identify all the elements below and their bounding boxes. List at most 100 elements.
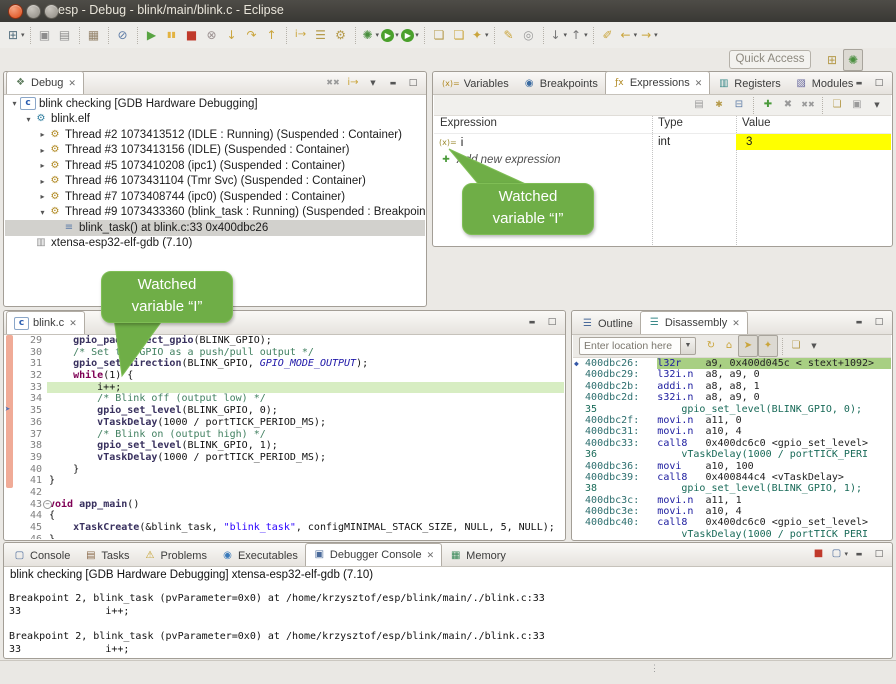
forward-history-button[interactable]: →▾ <box>639 25 658 45</box>
tab-variables[interactable]: (x)=Variables <box>435 73 516 94</box>
tree-expander-icon[interactable]: ▸ <box>37 146 48 155</box>
tab-console[interactable]: ▢Console <box>6 545 77 566</box>
disconnect-button[interactable]: ⊗ <box>203 25 221 45</box>
fold-marker-icon[interactable]: − <box>43 500 52 509</box>
save-button[interactable]: ▣ <box>36 25 54 45</box>
dropdown-arrow-icon[interactable]: ▾ <box>634 31 638 39</box>
remove-selected-expressions-button[interactable]: ✖ <box>779 95 797 115</box>
quick-access-input[interactable]: Quick Access <box>729 50 811 69</box>
remove-all-expressions-button[interactable]: ✖✖ <box>799 95 817 115</box>
dropdown-arrow-icon[interactable]: ▾ <box>21 31 25 39</box>
code-line[interactable]: 35 gpio_set_level(BLINK_GPIO, 0); <box>5 405 564 417</box>
pin-view-button[interactable]: ▣ <box>848 95 866 115</box>
close-tab-icon[interactable]: ✕ <box>732 318 740 329</box>
code-line[interactable]: 29 gpio_pad_select_gpio(BLINK_GPIO); <box>5 335 564 347</box>
toggle-mark-occurrences-button[interactable]: ✎ <box>500 25 518 45</box>
minimize-view-button[interactable]: ▬ <box>850 544 868 564</box>
dropdown-arrow-icon[interactable]: ▾ <box>654 31 658 39</box>
drag-grip-icon[interactable]: ⋮ <box>650 663 659 674</box>
run-button[interactable]: ▶▾ <box>381 25 399 45</box>
location-dropdown-icon[interactable]: ▼ <box>681 337 696 355</box>
code-line[interactable]: 42 <box>5 487 564 499</box>
terminate-button[interactable]: ■ <box>183 25 201 45</box>
tab-blink-c[interactable]: cblink.c✕ <box>6 311 85 334</box>
add-new-expression-button[interactable]: ✚ <box>759 95 777 115</box>
breakpoint-instruction-pointer-icon[interactable]: ➤ <box>5 405 10 415</box>
tree-expander-icon[interactable]: ▸ <box>37 177 48 186</box>
step-return-button[interactable]: ↑ <box>263 25 281 45</box>
code-line[interactable]: 45 xTaskCreate(&blink_task, "blink_task"… <box>5 522 564 534</box>
minimize-view-button[interactable]: ▬ <box>384 73 402 93</box>
track-program-counter-button[interactable]: ➤ <box>738 335 758 357</box>
instruction-stepping-mode-button[interactable]: i→ <box>344 73 362 93</box>
open-new-view-button[interactable]: ❏ <box>828 95 846 115</box>
maximize-view-button[interactable]: □ <box>404 73 422 93</box>
open-folder-a-button[interactable]: ❏ <box>430 25 448 45</box>
remove-all-terminated-button[interactable]: ✖✖ <box>324 73 342 93</box>
tab-outline[interactable]: ☰Outline <box>574 313 640 334</box>
pin-editor-button[interactable]: ◎ <box>520 25 538 45</box>
view-menu-button[interactable]: ▼ <box>868 95 886 115</box>
dropdown-arrow-icon[interactable]: ▾ <box>395 31 399 39</box>
disassembly-instruction-line[interactable]: 400dbc40: call8 0x400dc6c0 <gpio_set_lev… <box>573 517 891 528</box>
expression-row[interactable]: (x)=iint3 <box>434 134 891 151</box>
tab-tasks[interactable]: ▤Tasks <box>77 545 136 566</box>
display-selected-console-button[interactable]: ▢▾ <box>829 544 848 564</box>
disassembly-instruction-line[interactable]: 400dbc3c: movi.n a11, 1 <box>573 495 891 506</box>
previous-annotation-button[interactable]: ↑▾ <box>569 25 588 45</box>
editor-content[interactable]: ➤ 29 gpio_pad_select_gpio(BLINK_GPIO);30… <box>5 335 564 539</box>
debug-button[interactable]: ✺▾ <box>361 25 380 45</box>
debug-tree-row[interactable]: ≡blink_task() at blink.c:33 0x400dbc26 <box>5 220 425 236</box>
disassembly-instruction-line[interactable]: 400dbc2f: movi.n a11, 0 <box>573 415 891 426</box>
refresh-view-button[interactable]: ↻ <box>702 336 720 356</box>
tree-expander-icon[interactable]: ▾ <box>23 115 34 124</box>
code-line[interactable]: 41} <box>5 475 564 487</box>
close-tab-icon[interactable]: ✕ <box>68 78 76 89</box>
tab-disassembly[interactable]: ☰Disassembly✕ <box>640 311 748 334</box>
build-all-button[interactable]: ▦ <box>85 25 103 45</box>
code-line[interactable]: 39 vTaskDelay(1000 / portTICK_PERIOD_MS)… <box>5 452 564 464</box>
disassembly-instruction-line[interactable]: 400dbc29: l32i.n a8, a9, 0 <box>573 369 891 380</box>
tree-expander-icon[interactable]: ▾ <box>9 99 20 108</box>
use-step-filters-button[interactable]: ⚙ <box>332 25 350 45</box>
collapse-all-button[interactable]: ⊟ <box>730 95 748 115</box>
disassembly-instruction-line[interactable]: 400dbc36: movi a10, 100 <box>573 461 891 472</box>
disassembly-instruction-line[interactable]: 400dbc2d: s32i.n a8, a9, 0 <box>573 392 891 403</box>
minimize-view-button[interactable]: ▬ <box>850 312 868 332</box>
open-new-view-button[interactable]: ❏ <box>787 336 805 356</box>
location-input[interactable]: Enter location here <box>579 337 681 355</box>
tab-debug[interactable]: ❖Debug✕ <box>6 71 84 94</box>
column-header-type[interactable]: Type <box>658 117 683 129</box>
maximize-view-button[interactable]: □ <box>870 73 888 93</box>
debug-trace-button[interactable]: ☰ <box>312 25 330 45</box>
sync-with-source-button[interactable]: ✦ <box>758 335 778 357</box>
maximize-view-button[interactable]: □ <box>870 544 888 564</box>
dropdown-arrow-icon[interactable]: ▾ <box>584 31 588 39</box>
code-line-current[interactable]: 33 i++; <box>5 382 564 394</box>
dropdown-arrow-icon[interactable]: ▾ <box>564 31 568 39</box>
debug-tree-row[interactable]: ▾⚙Thread #9 1073433360 (blink_task : Run… <box>5 205 425 221</box>
minimize-view-button[interactable]: ▬ <box>850 73 868 93</box>
debug-tree-row[interactable]: ▸⚙Thread #3 1073413156 (IDLE) (Suspended… <box>5 143 425 159</box>
back-history-button[interactable]: ←▾ <box>619 25 638 45</box>
skip-all-breakpoints-button[interactable]: ⊘ <box>114 25 132 45</box>
debug-tree-row[interactable]: ▸⚙Thread #7 1073408744 (ipc0) (Suspended… <box>5 189 425 205</box>
maximize-view-button[interactable]: □ <box>543 312 561 332</box>
resume-button[interactable]: ▶ <box>143 25 161 45</box>
disassembly-content[interactable]: ◆ 400dbc26: l32r a9, 0x400d045c < stext+… <box>573 358 891 539</box>
tree-expander-icon[interactable]: ▾ <box>37 208 48 217</box>
disassembly-instruction-line[interactable]: 400dbc2b: addi.n a8, a8, 1 <box>573 381 891 392</box>
dropdown-arrow-icon[interactable]: ▾ <box>415 31 419 39</box>
disassembly-instruction-line[interactable]: 400dbc33: call8 0x400dc6c0 <gpio_set_lev… <box>573 438 891 449</box>
tab-breakpoints[interactable]: ◉Breakpoints <box>516 73 605 94</box>
dropdown-arrow-icon[interactable]: ▾ <box>844 550 848 558</box>
debug-perspective-button[interactable]: ✺ <box>843 49 863 71</box>
disassembly-source-line[interactable]: 35 gpio_set_level(BLINK_GPIO, 0); <box>573 404 891 415</box>
disassembly-source-line[interactable]: 36 vTaskDelay(1000 / portTICK_PERI <box>573 449 891 460</box>
tab-memory[interactable]: ▦Memory <box>442 545 513 566</box>
dropdown-arrow-icon[interactable]: ▾ <box>376 31 380 39</box>
code-line[interactable]: 44{ <box>5 510 564 522</box>
disassembly-instruction-line[interactable]: 400dbc39: call8 0x400844c4 <vTaskDelay> <box>573 472 891 483</box>
disassembly-source-line[interactable]: vTaskDelay(1000 / portTICK PERI <box>573 529 891 539</box>
code-line[interactable]: 32 while(1) { <box>5 370 564 382</box>
